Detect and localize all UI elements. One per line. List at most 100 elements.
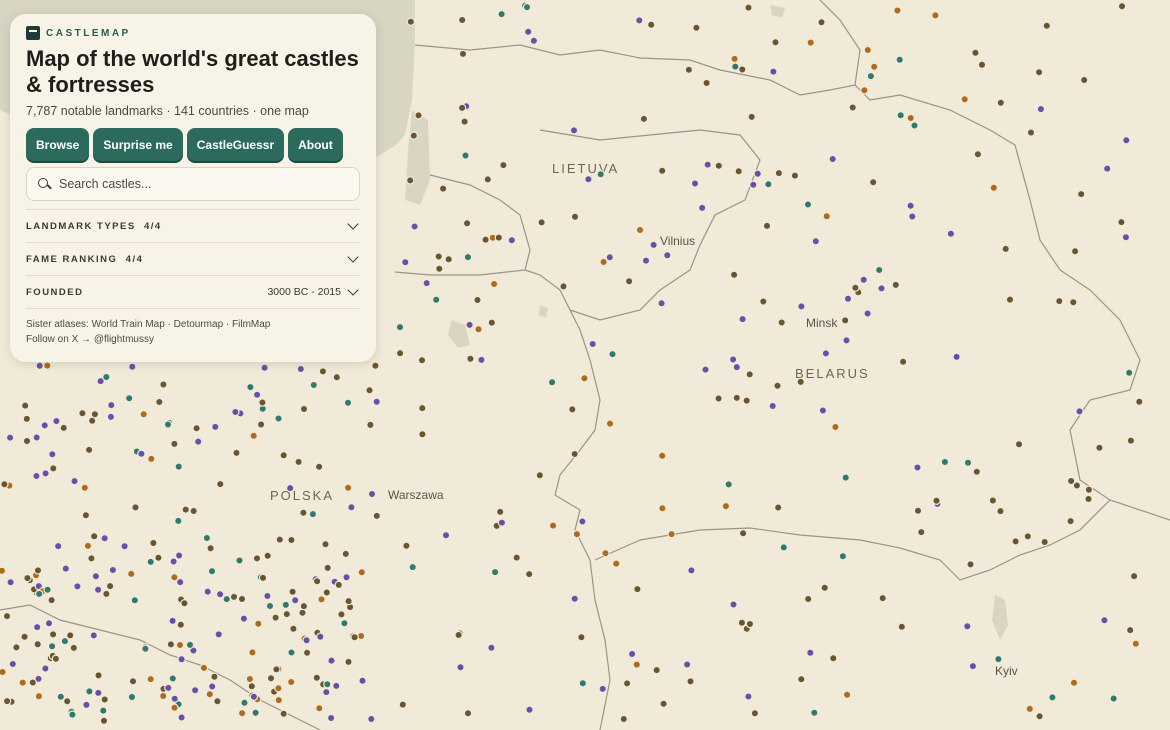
castle-marker[interactable] (323, 680, 332, 689)
castle-marker[interactable] (1035, 712, 1044, 721)
castle-marker[interactable] (350, 633, 359, 642)
castle-marker[interactable] (779, 543, 789, 552)
castle-marker[interactable] (838, 552, 848, 561)
castle-marker[interactable] (454, 630, 463, 640)
castle-marker[interactable] (460, 117, 469, 126)
castle-marker[interactable] (120, 542, 129, 551)
castle-marker[interactable] (687, 566, 696, 575)
castle-marker[interactable] (154, 553, 163, 562)
castle-marker[interactable] (570, 449, 579, 459)
castle-marker[interactable] (20, 632, 29, 642)
castle-marker[interactable] (960, 95, 969, 104)
castle-marker[interactable] (977, 60, 987, 70)
castle-marker[interactable] (215, 590, 225, 599)
castle-marker[interactable] (149, 538, 158, 548)
castle-marker[interactable] (18, 678, 27, 687)
castle-marker[interactable] (252, 554, 262, 563)
castle-marker[interactable] (247, 682, 256, 691)
castle-marker[interactable] (33, 622, 42, 632)
castle-marker[interactable] (22, 414, 31, 424)
castle-marker[interactable] (317, 595, 326, 604)
castle-marker[interactable] (1001, 244, 1010, 254)
castle-marker[interactable] (48, 630, 58, 639)
castle-marker[interactable] (714, 394, 723, 403)
castle-marker[interactable] (444, 255, 453, 264)
castle-marker[interactable] (40, 421, 49, 430)
castle-marker[interactable] (572, 529, 582, 539)
castle-marker[interactable] (414, 111, 423, 120)
castle-marker[interactable] (525, 705, 534, 714)
castle-marker[interactable] (605, 419, 615, 428)
castle-marker[interactable] (797, 302, 806, 311)
castle-marker[interactable] (1084, 494, 1093, 504)
castle-marker[interactable] (931, 11, 940, 20)
castle-marker[interactable] (624, 277, 634, 286)
castle-marker[interactable] (85, 687, 94, 696)
castle-marker[interactable] (128, 677, 138, 686)
castle-marker[interactable] (59, 423, 68, 433)
castle-marker[interactable] (299, 404, 309, 414)
castle-marker[interactable] (599, 257, 608, 267)
castle-marker[interactable] (43, 361, 52, 370)
castle-marker[interactable] (169, 557, 178, 566)
castle-marker[interactable] (232, 448, 241, 458)
castle-marker[interactable] (507, 236, 516, 245)
castle-marker[interactable] (473, 295, 482, 305)
castle-marker[interactable] (6, 578, 15, 587)
castle-marker[interactable] (395, 349, 405, 358)
castle-marker[interactable] (522, 2, 532, 12)
castle-marker[interactable] (738, 529, 748, 538)
castle-marker[interactable] (302, 648, 312, 657)
castle-marker[interactable] (963, 458, 973, 467)
castle-marker[interactable] (316, 632, 325, 641)
castle-marker[interactable] (806, 38, 815, 47)
castle-marker[interactable] (1076, 189, 1086, 199)
castle-marker[interactable] (434, 252, 443, 261)
castle-marker[interactable] (744, 3, 753, 12)
castle-marker[interactable] (418, 430, 427, 439)
castle-marker[interactable] (1117, 217, 1126, 227)
castle-marker[interactable] (174, 516, 183, 526)
castle-marker[interactable] (146, 557, 155, 567)
castle-marker[interactable] (254, 619, 263, 628)
castle-marker[interactable] (499, 160, 508, 170)
castle-marker[interactable] (263, 591, 272, 601)
castle-marker[interactable] (842, 690, 852, 700)
castle-marker[interactable] (652, 665, 661, 675)
castle-marker[interactable] (729, 270, 739, 279)
castle-marker[interactable] (322, 588, 331, 597)
castle-marker[interactable] (168, 616, 177, 626)
castle-marker[interactable] (207, 567, 217, 576)
castle-marker[interactable] (322, 687, 331, 697)
castle-marker[interactable] (65, 631, 75, 640)
castle-marker[interactable] (1131, 639, 1141, 649)
castle-marker[interactable] (525, 569, 534, 579)
castle-marker[interactable] (62, 697, 72, 706)
castle-marker[interactable] (5, 433, 15, 442)
castle-marker[interactable] (896, 110, 905, 120)
castle-marker[interactable] (686, 677, 695, 686)
castle-marker[interactable] (287, 648, 296, 657)
castle-marker[interactable] (299, 601, 309, 611)
castle-marker[interactable] (744, 692, 753, 701)
castle-marker[interactable] (248, 648, 257, 657)
castle-marker[interactable] (294, 457, 303, 467)
castle-marker[interactable] (35, 589, 44, 599)
about-button[interactable]: About (288, 128, 343, 161)
castle-marker[interactable] (170, 439, 179, 449)
castle-marker[interactable] (174, 551, 184, 560)
castle-marker[interactable] (288, 587, 297, 597)
castle-marker[interactable] (806, 648, 815, 658)
castle-marker[interactable] (1122, 135, 1131, 145)
castle-marker[interactable] (438, 184, 448, 193)
castle-marker[interactable] (684, 65, 694, 74)
castle-marker[interactable] (258, 573, 268, 583)
castle-marker[interactable] (372, 397, 381, 406)
castle-marker[interactable] (952, 352, 961, 362)
castle-marker[interactable] (659, 699, 668, 709)
castle-marker[interactable] (913, 463, 922, 472)
castle-marker[interactable] (175, 640, 185, 650)
castle-marker[interactable] (1069, 678, 1079, 688)
castle-marker[interactable] (102, 589, 111, 599)
surprise-me-button[interactable]: Surprise me (93, 128, 183, 161)
